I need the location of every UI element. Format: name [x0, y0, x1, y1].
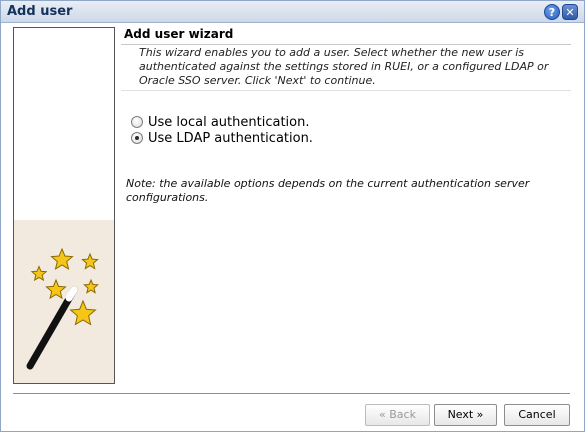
- option-local-auth[interactable]: Use local authentication.: [131, 114, 309, 130]
- radio-local-auth[interactable]: [131, 116, 143, 128]
- star-icon: [45, 278, 67, 300]
- wizard-intro-text: This wizard enables you to add a user. S…: [139, 46, 549, 87]
- close-icon[interactable]: ✕: [562, 4, 578, 20]
- wizard-title: Add user wizard: [124, 27, 234, 41]
- star-icon: [50, 247, 74, 270]
- magic-wand-icon: [26, 286, 78, 370]
- star-icon: [83, 278, 99, 294]
- star-icon: [69, 299, 97, 326]
- footer-divider: [13, 393, 570, 394]
- help-icon[interactable]: ?: [544, 4, 560, 20]
- window-title: Add user: [7, 4, 73, 19]
- star-icons: [30, 247, 99, 326]
- star-icon: [30, 265, 48, 282]
- wizard-side-panel: [13, 27, 115, 384]
- radio-ldap-auth[interactable]: [131, 132, 143, 144]
- availability-note: Note: the available options depends on t…: [126, 177, 530, 204]
- option-ldap-auth[interactable]: Use LDAP authentication.: [131, 130, 313, 146]
- option-local-auth-label: Use local authentication.: [148, 114, 310, 130]
- add-user-dialog: Add user ? ✕ Add user wizard This wizard…: [0, 0, 585, 432]
- cancel-button[interactable]: Cancel: [504, 404, 570, 426]
- title-bar: Add user ? ✕: [1, 1, 584, 23]
- next-button[interactable]: Next »: [434, 404, 497, 426]
- title-divider: [121, 44, 571, 45]
- magic-wand-illustration: [26, 247, 99, 370]
- star-icon: [81, 252, 99, 270]
- intro-divider: [121, 90, 571, 91]
- back-button[interactable]: « Back: [365, 404, 430, 426]
- option-ldap-auth-label: Use LDAP authentication.: [148, 130, 313, 146]
